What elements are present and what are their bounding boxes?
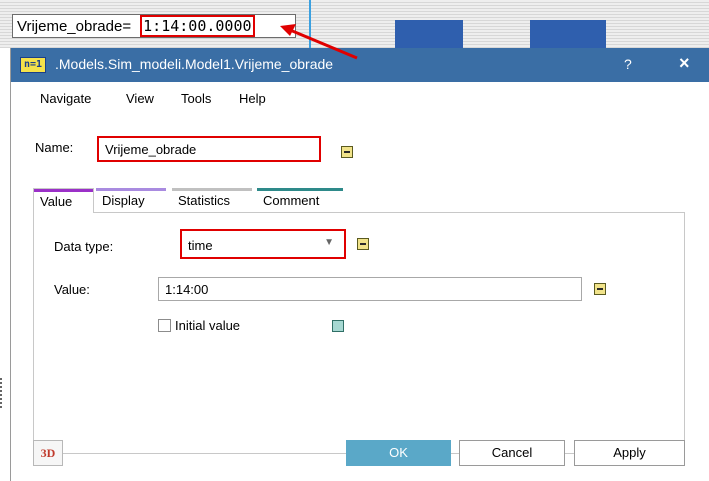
background-separator bbox=[309, 0, 311, 48]
apply-button[interactable]: Apply bbox=[574, 440, 685, 466]
menu-tools[interactable]: Tools bbox=[181, 91, 211, 106]
value-label: Value: bbox=[54, 282, 90, 297]
3d-button[interactable]: 3D bbox=[33, 440, 63, 466]
tab-statistics-color bbox=[172, 188, 252, 191]
window-edge-marker bbox=[0, 378, 6, 408]
initial-value-checkbox[interactable] bbox=[158, 319, 171, 332]
data-type-value: time bbox=[188, 238, 213, 253]
tab-comment-color bbox=[257, 188, 343, 191]
data-type-label: Data type: bbox=[54, 239, 114, 254]
menu-navigate[interactable]: Navigate bbox=[40, 91, 91, 106]
value-tab-panel: Data type: time ▼ Value: Initial value bbox=[33, 212, 685, 454]
tab-comment[interactable]: Comment bbox=[257, 188, 343, 212]
help-button[interactable]: ? bbox=[624, 56, 632, 72]
tab-value-label: Value bbox=[40, 194, 73, 209]
title-bar: n=1 .Models.Sim_modeli.Model1.Vrijeme_ob… bbox=[11, 48, 709, 82]
name-label: Name: bbox=[35, 140, 74, 155]
tab-statistics[interactable]: Statistics bbox=[172, 188, 252, 212]
tab-value[interactable]: Value bbox=[33, 188, 94, 213]
menu-bar: Navigate View Tools Help bbox=[11, 82, 709, 114]
variable-dialog: n=1 .Models.Sim_modeli.Model1.Vrijeme_ob… bbox=[10, 48, 709, 481]
tab-display-label: Display bbox=[102, 193, 145, 208]
tab-statistics-label: Statistics bbox=[178, 193, 231, 208]
tab-display[interactable]: Display bbox=[96, 188, 166, 212]
background-block bbox=[530, 20, 606, 48]
data-type-inherit-icon[interactable] bbox=[357, 238, 369, 250]
window-title: .Models.Sim_modeli.Model1.Vrijeme_obrade bbox=[55, 56, 334, 72]
tab-comment-label: Comment bbox=[263, 193, 320, 208]
value-input[interactable] bbox=[158, 277, 582, 301]
value-tooltip: Vrijeme_obrade= 1:14:00.0000 bbox=[12, 14, 296, 38]
background-block bbox=[395, 20, 463, 48]
value-inherit-icon[interactable] bbox=[594, 283, 606, 295]
ok-button[interactable]: OK bbox=[346, 440, 451, 466]
tooltip-value: 1:14:00.0000 bbox=[140, 15, 255, 37]
tab-display-color bbox=[96, 188, 166, 191]
initial-value-inherit-icon[interactable] bbox=[332, 320, 344, 332]
tooltip-name: Vrijeme_obrade= bbox=[17, 18, 132, 35]
tab-value-color bbox=[34, 189, 93, 192]
menu-view[interactable]: View bbox=[126, 91, 154, 106]
data-type-select[interactable]: time ▼ bbox=[180, 229, 346, 259]
variable-icon: n=1 bbox=[20, 57, 46, 73]
dropdown-arrow-icon: ▼ bbox=[324, 237, 334, 248]
initial-value-label: Initial value bbox=[175, 318, 241, 333]
name-inherit-icon[interactable] bbox=[341, 146, 353, 158]
name-input[interactable] bbox=[97, 136, 321, 162]
cancel-button[interactable]: Cancel bbox=[459, 440, 565, 466]
close-button[interactable]: × bbox=[679, 53, 690, 74]
menu-help[interactable]: Help bbox=[239, 91, 266, 106]
